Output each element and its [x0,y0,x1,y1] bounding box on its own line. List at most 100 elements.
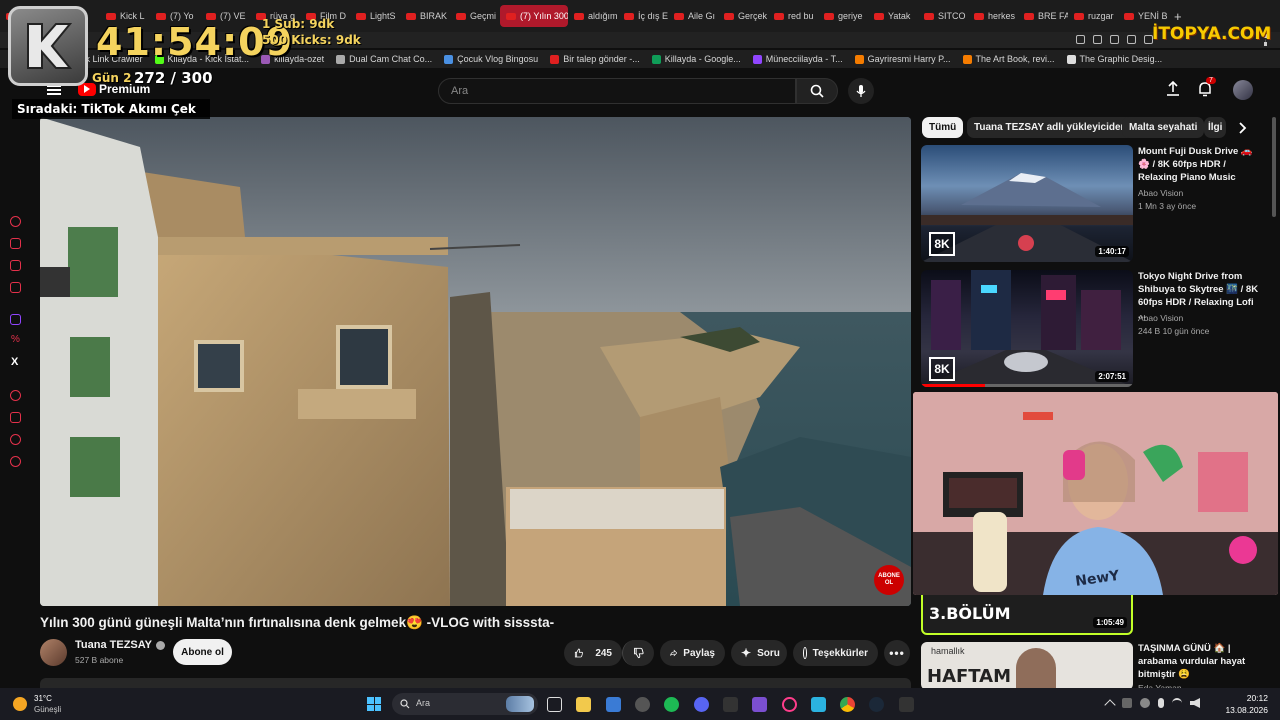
bag-icon[interactable] [10,238,21,249]
discord-icon[interactable] [694,697,709,712]
voice-search-button[interactable] [848,78,874,104]
browser-tab[interactable]: LightS [350,5,400,27]
app-icon[interactable] [723,697,738,712]
extension-icon[interactable] [1110,35,1119,44]
hamburger-menu-icon[interactable] [47,85,61,95]
extension-icon[interactable] [1076,35,1085,44]
video-duration: 2:07:51 [1095,371,1129,382]
bookmark-item[interactable]: Çocuk Vlog Bingosu [444,54,538,64]
mail-icon[interactable] [10,282,21,293]
extension-icon[interactable] [1127,35,1136,44]
browser-tab[interactable]: Geçmi [450,5,500,27]
app-icon[interactable] [752,697,767,712]
file-explorer-icon[interactable] [576,697,591,712]
tray-app-icon[interactable] [1122,698,1132,708]
channel-name[interactable]: Tuana TEZSAY [75,639,166,651]
wifi-icon[interactable] [1172,698,1182,708]
channel-avatar[interactable] [40,639,67,666]
task-view-icon[interactable] [547,697,562,712]
history-icon[interactable] [10,216,21,227]
video-player[interactable]: ABONE OL [40,117,911,606]
microphone-icon[interactable] [1158,698,1164,708]
recommendation-thumbnail[interactable]: 8K 2:07:51 [921,270,1133,387]
search-input[interactable]: Ara [438,78,796,104]
subscribe-watermark[interactable]: ABONE OL [874,565,904,595]
bookmark-item[interactable]: The Graphic Desig... [1066,54,1162,64]
bookmark-item[interactable]: Bir talep gönder -... [550,54,640,64]
tab-favicon-icon [774,12,784,20]
chrome-icon[interactable] [840,697,855,712]
opera-gx-icon[interactable] [782,697,797,712]
tab-favicon-icon [724,12,734,20]
steam-icon[interactable] [869,697,884,712]
chip-related[interactable]: İlgi [1204,117,1226,138]
app-icon[interactable] [606,697,621,712]
browser-tab[interactable]: BRE FA [1018,5,1068,27]
history-icon[interactable] [10,434,21,445]
browser-tab[interactable]: SITCO [918,5,968,27]
clock-date[interactable]: 13.08.2026 [1210,705,1268,715]
chip-all[interactable]: Tümü [922,117,964,138]
bookmark-item[interactable]: Gayriresmi Harry P... [854,54,951,64]
clock-time[interactable]: 20:12 [1220,693,1268,703]
percent-icon[interactable]: % [11,334,20,345]
recommendation-channel[interactable]: Abao Vision [1138,187,1183,199]
volume-icon[interactable] [1190,698,1200,708]
browser-tab[interactable]: BIRAK [400,5,450,27]
more-actions-button[interactable]: ••• [884,640,910,666]
ask-button[interactable]: ✦ Soru [731,640,787,666]
x-icon[interactable]: X [11,356,18,368]
bookmark-item[interactable]: Killayda - Google... [651,54,741,64]
chip-uploader[interactable]: Tuana TEZSAY adlı yükleyiciden [967,117,1134,138]
tab-favicon-icon [624,12,634,20]
extension-icon[interactable] [1093,35,1102,44]
browser-tab[interactable]: Gerçek [718,5,768,27]
share-button[interactable]: Paylaş [660,640,725,666]
taskbar-search[interactable]: Ara [392,693,538,715]
browser-tab[interactable]: geriye [818,5,868,27]
browser-tab[interactable]: red bu [768,5,818,27]
record-icon[interactable] [10,390,21,401]
app-icon[interactable] [899,697,914,712]
tray-app-icon[interactable] [1140,698,1150,708]
page-scrollbar[interactable] [1272,117,1276,217]
weather-temp[interactable]: 31°C [34,694,52,703]
browser-tab[interactable]: İç dış E [618,5,668,27]
notifications-button[interactable]: 7 [1198,77,1216,102]
bookmark-item[interactable]: The Art Book, revi... [962,54,1055,64]
thanks-button[interactable]: Teşekkürler [793,640,878,666]
upload-button[interactable] [1166,80,1180,102]
tab-favicon-icon [974,12,984,20]
browser-tab[interactable]: Yatak [868,5,918,27]
app-icon[interactable] [635,697,650,712]
search-button[interactable] [796,78,838,104]
subscribe-button[interactable]: Abone ol [173,639,232,665]
app-icon[interactable] [811,697,826,712]
spotify-icon[interactable] [664,697,679,712]
chip-malta-travel[interactable]: Malta seyahati [1122,117,1205,138]
like-button[interactable]: 245 [564,640,622,666]
recommendation-title[interactable]: Mount Fuji Dusk Drive 🚗🌸 / 8K 60fps HDR … [1138,145,1260,184]
recommendation-thumbnail[interactable]: hamallık HAFTAM [921,642,1133,690]
account-avatar[interactable] [1233,80,1253,100]
browser-tab[interactable]: (7) Yılın 300 [500,5,568,27]
twitch-icon[interactable] [10,314,21,325]
browser-tab[interactable]: ruzgar [1068,5,1118,27]
chips-next-button[interactable] [1233,117,1253,138]
start-button[interactable] [367,697,381,711]
chat-icon[interactable] [10,260,21,271]
bookmark-item[interactable]: Dual Cam Chat Co... [336,54,432,64]
dislike-button[interactable] [622,640,654,666]
browser-tab[interactable]: Aile Gı [668,5,718,27]
recommendation-channel[interactable]: Abao Vision [1138,312,1183,324]
browser-tab[interactable]: aldığım [568,5,618,27]
pin-icon[interactable] [10,412,21,423]
settings-icon[interactable] [10,456,21,467]
browser-tab[interactable]: herkes [968,5,1018,27]
recommendation-thumbnail[interactable]: 8K 1:40:17 [921,145,1133,262]
bookmark-item[interactable]: Münecciilayda - T... [752,54,843,64]
tray-chevron-icon[interactable] [1104,699,1116,711]
weather-icon[interactable] [13,697,27,711]
recommendation-title[interactable]: TAŞINMA GÜNÜ 🏠 | arabama vurdular hayat … [1138,642,1260,681]
new-tab-button[interactable]: + [1174,9,1182,24]
